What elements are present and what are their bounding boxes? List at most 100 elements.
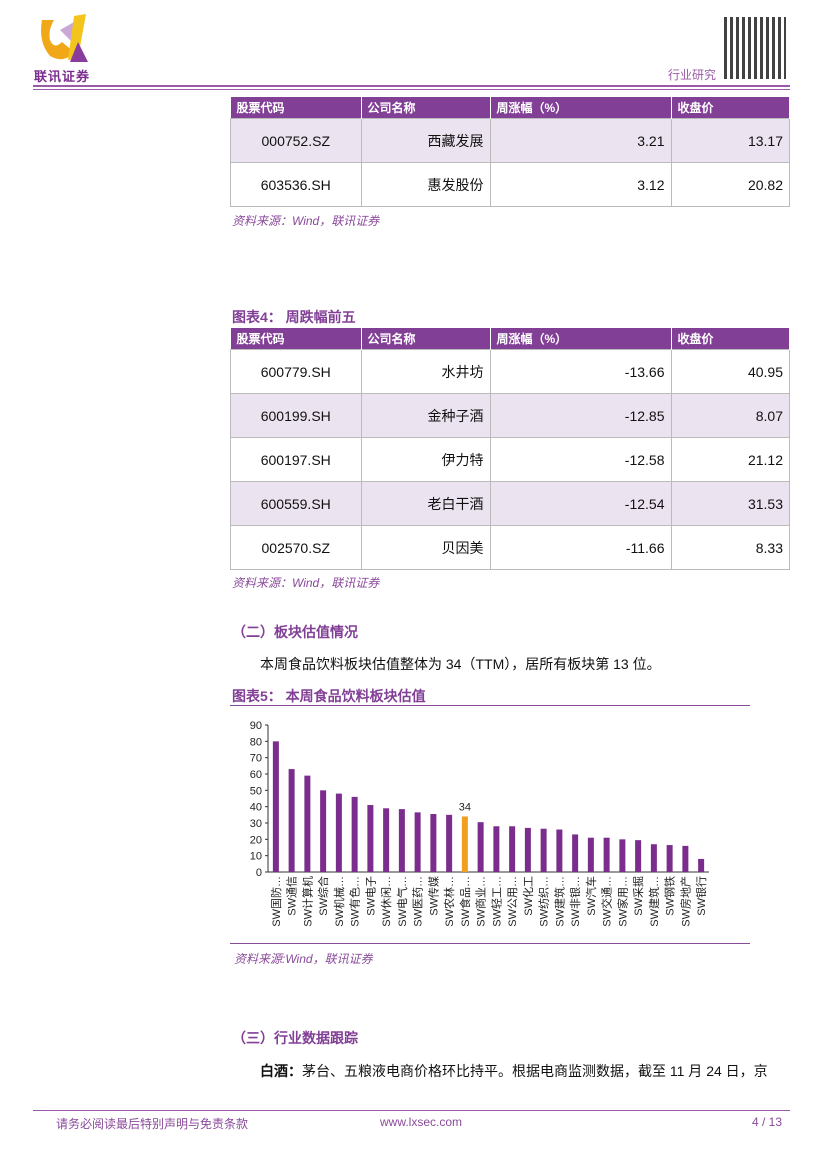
bar: [493, 826, 500, 872]
chart-bottom-rule: [230, 943, 750, 944]
cell: 600779.SH: [230, 349, 362, 394]
table-row: 000752.SZ 西藏发展 3.21 13.17: [230, 118, 790, 163]
cell: -11.66: [489, 525, 672, 570]
cell: -12.54: [489, 481, 672, 526]
cell: 惠发股份: [360, 162, 491, 207]
footer-divider: [33, 1110, 790, 1111]
bar: [650, 844, 657, 872]
paragraph: 本周食品饮料板块估值整体为 34（TTM），居所有板块第 13 位。: [260, 656, 661, 672]
bar: [304, 775, 311, 872]
bar: [383, 808, 390, 872]
table-row: 002570.SZ 贝因美 -11.66 8.33: [230, 525, 790, 570]
x-tick-label: SW机械…: [332, 876, 346, 927]
y-tick-label: 80: [250, 736, 262, 748]
cell: 000752.SZ: [230, 118, 362, 163]
x-tick-label: SW电气…: [395, 876, 409, 927]
paragraph-text: 茅台、五粮液电商价格环比持平。根据电商监测数据，截至 11 月 24 日，京: [302, 1063, 768, 1079]
x-tick-label: SW国防…: [269, 876, 283, 927]
cell: 600559.SH: [230, 481, 362, 526]
source-note: 资料来源：Wind，联讯证券: [232, 214, 380, 228]
x-tick-label: SW电子: [364, 876, 377, 916]
figure-title: 图表5： 本周食品饮料板块估值: [232, 688, 426, 704]
x-tick-label: SW计算机: [300, 876, 314, 927]
cell: 3.21: [489, 118, 672, 163]
bar: [540, 828, 547, 872]
x-tick-label: SW采掘: [631, 876, 645, 916]
bar: [587, 837, 594, 872]
x-tick-label: SW房地产: [678, 876, 692, 927]
gainers-table-continued: 股票代码 公司名称 周涨幅（%） 收盘价 000752.SZ 西藏发展 3.21 13.17…: [230, 97, 790, 207]
table-row: 600197.SH 伊力特 -12.58 21.12: [230, 437, 790, 482]
source-note: 资料来源:Wind，联讯证券: [234, 952, 373, 966]
logo-text: 联讯证券: [34, 69, 91, 84]
col-header: 周涨幅（%）: [490, 97, 672, 119]
y-tick-label: 40: [250, 802, 262, 814]
x-tick-label: SW休闲…: [379, 876, 393, 927]
x-tick-label: SW传媒: [427, 876, 440, 916]
qr-code: [724, 17, 786, 79]
y-tick-label: 30: [250, 818, 262, 830]
cell: 600197.SH: [230, 437, 362, 482]
cell: 31.53: [670, 481, 790, 526]
x-tick-label: SW钢铁: [664, 876, 677, 916]
section-heading: （二）板块估值情况: [232, 624, 358, 640]
cell: 20.82: [670, 162, 790, 207]
y-tick-label: 50: [250, 785, 262, 797]
x-tick-label: SW食品…: [458, 876, 472, 927]
bar: [603, 837, 610, 872]
x-tick-label: SW建筑…: [552, 876, 566, 927]
y-tick-label: 10: [250, 851, 262, 863]
bar: [509, 826, 516, 872]
bar: [666, 845, 673, 872]
cell: 600199.SH: [230, 393, 362, 438]
disclaimer-link[interactable]: 请务必阅读最后特别声明与免责条款: [56, 1115, 248, 1132]
header-divider: [33, 89, 790, 90]
section-heading: （三）行业数据跟踪: [232, 1030, 358, 1046]
bar: [461, 816, 468, 872]
cell: 8.33: [670, 525, 790, 570]
cell: 西藏发展: [360, 118, 491, 163]
chart-top-rule: [230, 705, 750, 706]
x-tick-label: SW商业…: [474, 876, 488, 927]
x-tick-label: SW家用…: [615, 876, 629, 927]
col-header: 收盘价: [671, 328, 790, 350]
table-row: 603536.SH 惠发股份 3.12 20.82: [230, 162, 790, 207]
website-link[interactable]: www.lxsec.com: [380, 1115, 462, 1129]
x-tick-label: SW纺织…: [537, 876, 551, 927]
table-row: 600779.SH 水井坊 -13.66 40.95: [230, 349, 790, 394]
bar: [635, 840, 642, 872]
cell: 伊力特: [360, 437, 491, 482]
bar: [446, 814, 453, 872]
y-tick-label: 70: [250, 753, 262, 765]
bar: [556, 829, 563, 872]
bar: [335, 793, 342, 872]
losers-table: 股票代码 公司名称 周涨幅（%） 收盘价 600779.SH 水井坊 -13.66 40.9…: [230, 328, 790, 570]
bar: [272, 741, 279, 872]
x-tick-label: SW银行: [694, 876, 708, 916]
cell: 水井坊: [360, 349, 491, 394]
x-tick-label: SW公用…: [507, 876, 519, 927]
table-row: 600559.SH 老白干酒 -12.54 31.53: [230, 481, 790, 526]
cell: -13.66: [489, 349, 672, 394]
bar: [414, 812, 421, 872]
page: 联讯证券 行业研究 股票代码 公司名称 周涨幅（%） 收盘价 000752.SZ 西藏发…: [0, 0, 827, 1170]
cell: 3.12: [489, 162, 672, 207]
x-tick-label: SW汽车: [584, 876, 598, 916]
bar: [320, 790, 327, 872]
data-label: 34: [459, 801, 471, 813]
col-header: 收盘价: [671, 97, 790, 119]
table-row: 600199.SH 金种子酒 -12.85 8.07: [230, 393, 790, 438]
valuation-bar-chart: 0 10 20 30 40 50 60 70 80 90 SW国防… SW通信 SW计算机 SW综合 SW机…: [250, 720, 709, 927]
cell: 8.07: [670, 393, 790, 438]
y-tick-label: 60: [250, 769, 262, 781]
col-header: 周涨幅（%）: [490, 328, 672, 350]
figure-title: 图表4： 周跌幅前五: [232, 309, 356, 325]
col-header: 股票代码: [230, 97, 362, 119]
x-tick-label: SW医药…: [412, 876, 425, 927]
cell: 老白干酒: [360, 481, 491, 526]
x-tick-label: SW农林…: [442, 876, 456, 927]
paragraph: 白酒：茅台、五粮液电商价格环比持平。根据电商监测数据，截至 11 月 24 日，…: [260, 1061, 768, 1081]
col-header: 公司名称: [361, 328, 491, 350]
source-note: 资料来源：Wind，联讯证券: [232, 576, 380, 590]
col-header: 公司名称: [361, 97, 491, 119]
